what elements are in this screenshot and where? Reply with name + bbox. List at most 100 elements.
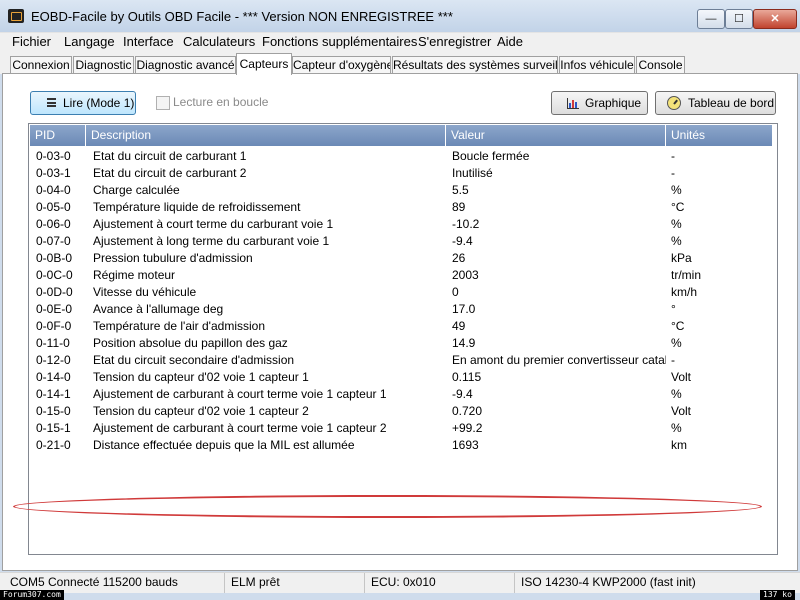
value-cell: 49	[452, 319, 466, 333]
menu-langage[interactable]: Langage	[63, 34, 116, 49]
list-icon	[47, 98, 56, 107]
table-row[interactable]: 0-0D-0 Vitesse du véhicule 0 km/h	[29, 284, 777, 301]
value-cell: En amont du premier convertisseur cataly…	[452, 353, 666, 367]
description-cell: Tension du capteur d'02 voie 1 capteur 1	[93, 370, 309, 384]
menu-aide[interactable]: Aide	[496, 34, 524, 49]
header-description[interactable]: Description	[86, 125, 446, 146]
unit-cell: %	[671, 234, 682, 248]
table-row[interactable]: 0-05-0 Température liquide de refroidisse…	[29, 199, 777, 216]
capteurs-panel: Lire (Mode 1) Lecture en boucle Graphiqu…	[2, 73, 798, 571]
tab-capteurs[interactable]: Capteurs	[236, 53, 292, 75]
description-cell: Température de l'air d'admission	[93, 319, 265, 333]
unit-cell: %	[671, 183, 682, 197]
menu-fichier[interactable]: Fichier	[11, 34, 52, 49]
description-cell: Ajustement de carburant à court terme vo…	[93, 421, 387, 435]
unit-cell: kPa	[671, 251, 692, 265]
tab-infos-vehicule[interactable]: Infos véhicule	[559, 56, 635, 74]
value-cell: 89	[452, 200, 466, 214]
description-cell: Etat du circuit secondaire d'admission	[93, 353, 295, 367]
unit-cell: km/h	[671, 285, 698, 299]
unit-cell: %	[671, 217, 682, 231]
dashboard-button[interactable]: Tableau de bord	[655, 91, 776, 115]
table-row[interactable]: 0-03-1 Etat du circuit de carburant 2 Inut…	[29, 165, 777, 182]
status-protocol: ISO 14230-4 KWP2000 (fast init)	[521, 575, 696, 589]
dashboard-label: Tableau de bord	[688, 96, 775, 110]
table-row[interactable]: 0-14-1 Ajustement de carburant à court te…	[29, 386, 777, 403]
description-cell: Ajustement à long terme du carburant voi…	[93, 234, 330, 248]
pid-cell: 0-14-0	[36, 370, 71, 384]
tab-diagnostic[interactable]: Diagnostic	[73, 56, 134, 74]
minimize-button[interactable]: —	[697, 9, 725, 29]
pid-cell: 0-0E-0	[36, 302, 73, 316]
value-cell: 5.5	[452, 183, 469, 197]
table-row[interactable]: 0-0E-0 Avance à l'allumage deg 17.0 °	[29, 301, 777, 318]
table-row[interactable]: 0-15-1 Ajustement de carburant à court te…	[29, 420, 777, 437]
menu-interface[interactable]: Interface	[122, 34, 175, 49]
maximize-button[interactable]: ☐	[725, 9, 753, 29]
pid-cell: 0-07-0	[36, 234, 71, 248]
tab-capteur-oxygene[interactable]: Capteur d'oxygène	[292, 56, 391, 74]
description-cell: Etat du circuit de carburant 1	[93, 149, 247, 163]
menu-calculateurs[interactable]: Calculateurs	[182, 34, 256, 49]
unit-cell: km	[671, 438, 687, 452]
menu-fonctions[interactable]: Fonctions supplémentaires	[261, 34, 418, 49]
table-row[interactable]: 0-11-0 Position absolue du papillon des g…	[29, 335, 777, 352]
table-row[interactable]: 0-0B-0 Pression tubulure d'admission 26 kPa	[29, 250, 777, 267]
watermark-right: 137 ko	[760, 590, 795, 600]
tab-console[interactable]: Console	[636, 56, 685, 74]
tab-resultats-systemes[interactable]: Résultats des systèmes surveillés	[392, 56, 558, 74]
table-row[interactable]: 0-15-0 Tension du capteur d'02 voie 1 cap…	[29, 403, 777, 420]
pid-cell: 0-03-0	[36, 149, 71, 163]
description-cell: Distance effectuée depuis que la MIL est…	[93, 438, 355, 452]
pid-cell: 0-04-0	[36, 183, 71, 197]
table-row[interactable]: 0-0C-0 Régime moteur 2003 tr/min	[29, 267, 777, 284]
read-mode1-button[interactable]: Lire (Mode 1)	[30, 91, 136, 115]
tab-diagnostic-avance[interactable]: Diagnostic avancé	[135, 56, 236, 74]
pid-cell: 0-0F-0	[36, 319, 72, 333]
description-cell: Etat du circuit de carburant 2	[93, 166, 247, 180]
menu-enregistrer[interactable]: S'enregistrer	[417, 34, 492, 49]
value-cell: 14.9	[452, 336, 476, 350]
description-cell: Vitesse du véhicule	[93, 285, 197, 299]
header-value[interactable]: Valeur	[446, 125, 666, 146]
header-units[interactable]: Unités	[666, 125, 773, 146]
tab-connexion[interactable]: Connexion	[10, 56, 72, 74]
pid-cell: 0-03-1	[36, 166, 71, 180]
graph-button[interactable]: Graphique	[551, 91, 648, 115]
watermark-left: Forum307.com	[0, 590, 64, 600]
read-mode1-label: Lire (Mode 1)	[63, 96, 135, 110]
pid-cell: 0-21-0	[36, 438, 71, 452]
table-row[interactable]: 0-0F-0 Température de l'air d'admission 49…	[29, 318, 777, 335]
close-button[interactable]: ✕	[753, 9, 797, 29]
pid-cell: 0-0B-0	[36, 251, 73, 265]
table-row[interactable]: 0-14-0 Tension du capteur d'02 voie 1 cap…	[29, 369, 777, 386]
unit-cell: tr/min	[671, 268, 701, 282]
description-cell: Tension du capteur d'02 voie 1 capteur 2	[93, 404, 309, 418]
unit-cell: °	[671, 302, 676, 316]
value-cell: 26	[452, 251, 466, 265]
pid-cell: 0-06-0	[36, 217, 71, 231]
table-row[interactable]: 0-06-0 Ajustement à court terme du carbur…	[29, 216, 777, 233]
table-row[interactable]: 0-04-0 Charge calculée 5.5%	[29, 182, 777, 199]
graph-label: Graphique	[585, 96, 642, 110]
gauge-icon	[667, 96, 681, 110]
loop-read-checkbox[interactable]	[156, 96, 170, 110]
value-cell: 0.720	[452, 404, 483, 418]
description-cell: Avance à l'allumage deg	[93, 302, 224, 316]
table-row[interactable]: 0-03-0 Etat du circuit de carburant 1 Bouc…	[29, 148, 777, 165]
app-car-icon[interactable]	[8, 9, 24, 23]
table-row[interactable]: 0-12-0 Etat du circuit secondaire d'admis…	[29, 352, 777, 369]
description-cell: Position absolue du papillon des gaz	[93, 336, 288, 350]
status-ecu: ECU: 0x010	[365, 573, 515, 593]
table-row[interactable]: 0-21-0 Distance effectuée depuis que la M…	[29, 437, 777, 454]
description-cell: Ajustement à court terme du carburant vo…	[93, 217, 334, 231]
description-cell: Régime moteur	[93, 268, 176, 282]
description-cell: Pression tubulure d'admission	[93, 251, 253, 265]
unit-cell: Volt	[671, 370, 692, 384]
sensor-table[interactable]: PID Description Valeur Unités 0-03-0 Etat…	[28, 123, 778, 555]
unit-cell: %	[671, 336, 682, 350]
pid-cell: 0-0D-0	[36, 285, 73, 299]
menu-bar: Fichier Langage Interface Calculateurs F…	[0, 32, 800, 53]
header-pid[interactable]: PID	[30, 125, 86, 146]
table-row[interactable]: 0-07-0 Ajustement à long terme du carbura…	[29, 233, 777, 250]
